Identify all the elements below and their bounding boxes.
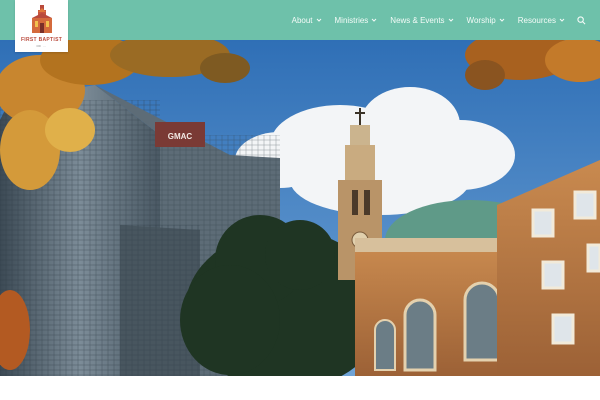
site-logo[interactable]: FIRST BAPTIST OF ... [15,0,68,52]
nav-item-news-events[interactable]: News & Events [390,16,453,25]
hero-image: GMAC [0,40,600,376]
nav-item-worship[interactable]: Worship [467,16,505,25]
nav-item-label: About [291,15,313,25]
nav-item-label: Resources [517,15,556,25]
chevron-down-icon [559,18,565,22]
gmac-sign: GMAC [168,132,193,141]
main-nav: About Ministries News & Events Worship R… [279,0,586,40]
page: FIRST BAPTIST OF ... About Ministries Ne… [0,0,600,400]
logo-name: FIRST BAPTIST [20,37,63,43]
chevron-down-icon [316,18,321,22]
nav-item-about[interactable]: About [292,16,322,25]
chevron-down-icon [448,18,453,22]
chevron-down-icon [371,18,377,22]
nav-item-resources[interactable]: Resources [518,16,565,25]
logo-subtitle: OF ... [36,44,47,48]
nav-item-ministries[interactable]: Ministries [335,16,378,25]
site-header: FIRST BAPTIST OF ... About Ministries Ne… [0,0,600,52]
nav-item-label: News & Events [390,15,445,25]
church-logo-icon [32,5,52,33]
chevron-down-icon [499,18,505,22]
search-icon[interactable] [577,15,586,25]
hero-photo-illustration: GMAC [0,40,600,376]
nav-item-label: Ministries [334,15,369,25]
nav-item-label: Worship [466,15,496,25]
